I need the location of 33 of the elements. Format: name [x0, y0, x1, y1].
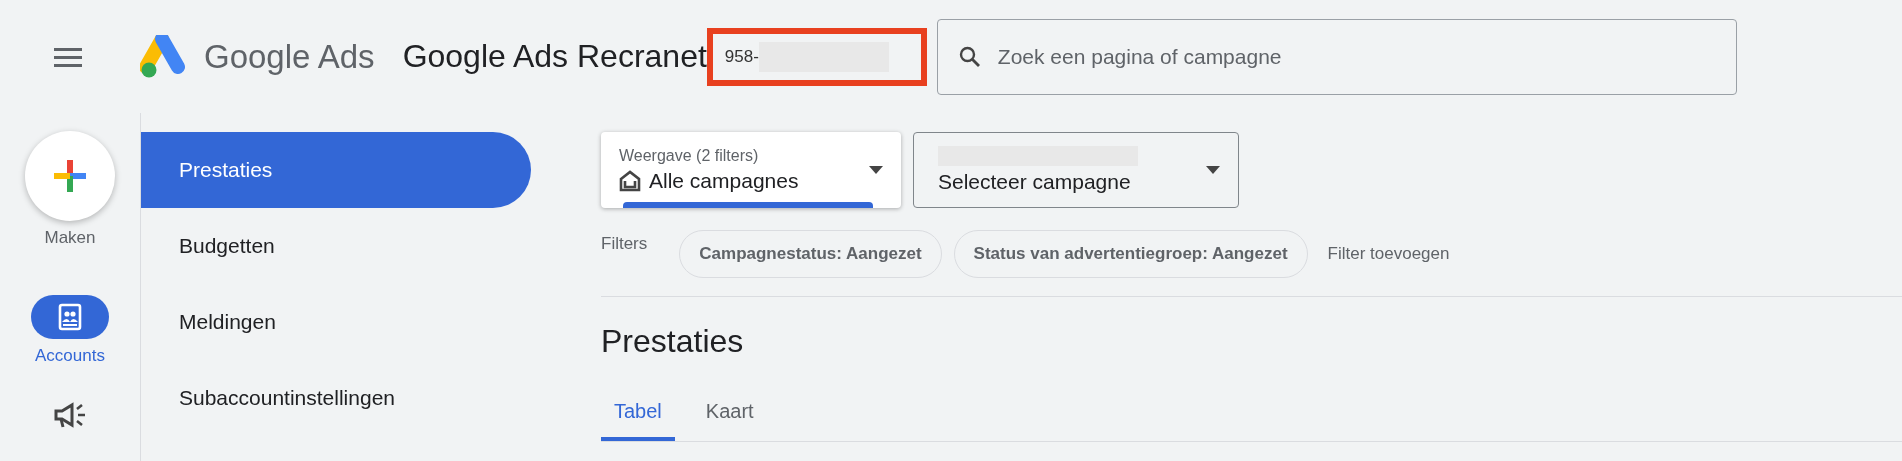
account-id: 958- — [724, 46, 759, 67]
caret-icon — [1206, 166, 1220, 174]
dropdown-label: Weergave (2 filters) — [619, 147, 760, 165]
filter-chip[interactable]: Status van advertentiegroep: Aangezet — [953, 230, 1308, 278]
search-input[interactable]: Zoek een pagina of campagne — [995, 43, 1700, 70]
tab[interactable]: Kaart — [692, 400, 767, 441]
add-filter-link[interactable]: Filter toevoegen — [1327, 244, 1450, 264]
campaign-dropdown[interactable]: Selecteer campagne — [913, 132, 1239, 208]
tab[interactable]: Tabel — [601, 400, 675, 441]
nav-item[interactable]: Meldingen — [141, 284, 531, 360]
search-bar[interactable]: Zoek een pagina of campagne — [936, 18, 1737, 95]
address-book-icon — [58, 303, 82, 331]
rail-label: Maken — [44, 228, 96, 248]
dropdown-value: Selecteer campagne — [938, 170, 1132, 194]
rail-label: Accounts — [35, 346, 105, 366]
view-dropdown[interactable]: Weergave (2 filters) Alle campagnes — [601, 132, 901, 208]
home-icon — [619, 170, 641, 192]
filters-label: Filters — [601, 234, 648, 254]
page-heading: Prestaties — [601, 323, 745, 360]
dropdown-value: Alle campagnes — [649, 169, 799, 193]
megaphone-icon — [53, 401, 87, 431]
product-name: Google Ads — [204, 37, 375, 76]
search-icon — [957, 44, 982, 69]
nav-item[interactable]: Subaccountinstellingen — [141, 360, 531, 436]
nav-item[interactable]: Prestaties — [141, 132, 531, 208]
plus-icon — [52, 158, 88, 194]
nav-item[interactable]: Budgetten — [141, 208, 531, 284]
menu-icon[interactable] — [54, 46, 82, 67]
create-button[interactable] — [25, 131, 115, 221]
caret-icon — [869, 166, 883, 174]
account-name: Google Ads Recranet — [402, 38, 707, 75]
accounts-button[interactable] — [31, 295, 109, 339]
filter-chip[interactable]: Campagnestatus: Aangezet — [679, 230, 942, 278]
